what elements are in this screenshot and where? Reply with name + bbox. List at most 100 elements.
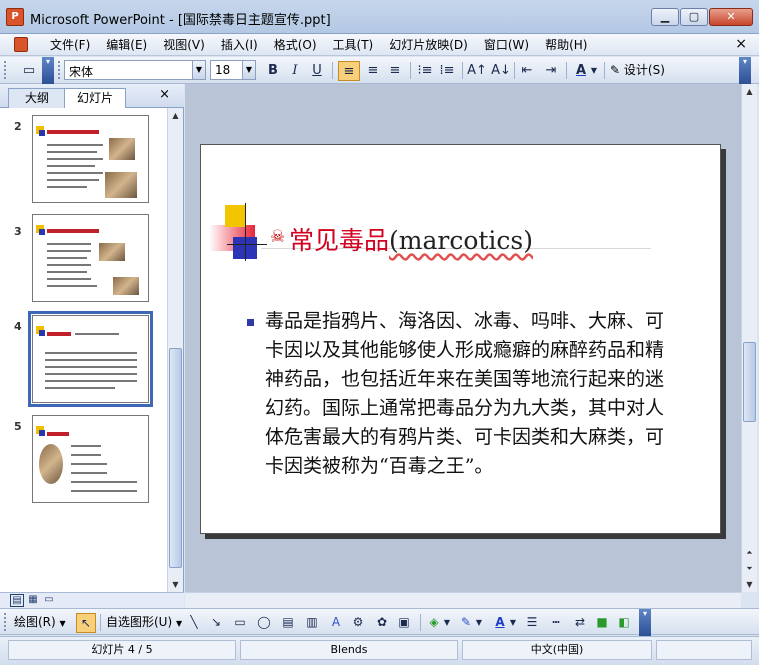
clip-art-icon[interactable]: ✿ bbox=[372, 613, 392, 633]
line-style-icon[interactable]: ☰ bbox=[522, 613, 542, 633]
slide-thumbnail-4[interactable] bbox=[28, 311, 153, 407]
thumbnail-text bbox=[47, 285, 97, 287]
chevron-down-icon: ▼ bbox=[59, 619, 66, 628]
menu-help[interactable]: 帮助(H) bbox=[537, 37, 595, 53]
arrow-icon[interactable]: ↘ bbox=[206, 613, 226, 633]
autoshapes-menu-button[interactable]: 自选图形(U) ▼ bbox=[106, 613, 182, 633]
increase-indent-icon[interactable]: ⇥ bbox=[540, 61, 562, 81]
new-document-icon[interactable]: ▭ bbox=[18, 61, 40, 81]
scroll-up-icon[interactable]: ▲ bbox=[168, 108, 183, 123]
menu-format[interactable]: 格式(O) bbox=[266, 37, 325, 53]
design-button[interactable]: ✎ 设计(S) bbox=[610, 61, 665, 81]
bold-button[interactable]: B bbox=[262, 61, 284, 81]
thumbnail-title bbox=[47, 432, 69, 436]
line-icon[interactable]: ╲ bbox=[184, 613, 204, 633]
slide-sorter-view-icon[interactable]: ▦ bbox=[26, 594, 40, 607]
scroll-down-icon[interactable]: ▼ bbox=[168, 577, 183, 592]
draw-menu-button[interactable]: 绘图(R) ▼ bbox=[14, 613, 66, 633]
slideshow-view-icon[interactable]: ▭ bbox=[42, 594, 56, 607]
slide-vertical-scrollbar[interactable]: ▲ ⏶ ⏷ ▼ bbox=[741, 84, 757, 592]
menu-edit[interactable]: 编辑(E) bbox=[98, 37, 155, 53]
rectangle-icon[interactable]: ▭ bbox=[230, 613, 250, 633]
chevron-down-icon[interactable]: ▼ bbox=[242, 61, 255, 79]
wordart-icon[interactable]: A bbox=[326, 613, 346, 633]
dash-style-icon[interactable]: ┅ bbox=[546, 613, 566, 633]
title-decoration bbox=[227, 244, 267, 245]
minimize-button[interactable]: ▁ bbox=[651, 8, 679, 26]
select-pointer-icon[interactable]: ↖ bbox=[76, 613, 96, 633]
menu-insert[interactable]: 插入(I) bbox=[213, 37, 266, 53]
toolbar-options-chevron[interactable]: ▾ bbox=[42, 57, 54, 84]
document-icon[interactable] bbox=[14, 37, 28, 52]
menu-file[interactable]: 文件(F) bbox=[42, 37, 98, 53]
chevron-down-icon[interactable]: ▼ bbox=[508, 613, 518, 633]
menu-tools[interactable]: 工具(T) bbox=[325, 37, 382, 53]
close-button[interactable]: ✕ bbox=[709, 8, 753, 26]
maximize-button[interactable]: ▢ bbox=[680, 8, 708, 26]
normal-view-icon[interactable]: ▤ bbox=[10, 594, 24, 607]
autoshapes-label: 自选图形(U) bbox=[106, 615, 173, 629]
chevron-down-icon[interactable]: ▼ bbox=[588, 61, 600, 81]
next-slide-icon[interactable]: ⏷ bbox=[742, 561, 757, 576]
slide-number: 3 bbox=[14, 225, 22, 238]
chevron-down-icon[interactable]: ▼ bbox=[442, 613, 452, 633]
italic-button[interactable]: I bbox=[284, 61, 306, 81]
powerpoint-app-icon[interactable]: P bbox=[6, 8, 24, 26]
arrow-style-icon[interactable]: ⇄ bbox=[570, 613, 590, 633]
increase-font-size-icon[interactable]: A↑ bbox=[466, 61, 488, 81]
document-close-button[interactable]: × bbox=[735, 36, 747, 52]
toolbar-grip[interactable] bbox=[4, 613, 7, 631]
scrollbar-thumb[interactable] bbox=[169, 348, 182, 568]
chevron-down-icon[interactable]: ▼ bbox=[192, 61, 205, 79]
slide-thumbnail-3[interactable] bbox=[32, 214, 149, 302]
slide-horizontal-scrollbar[interactable] bbox=[185, 592, 741, 608]
oval-icon[interactable]: ◯ bbox=[254, 613, 274, 633]
thumbnail-image bbox=[109, 138, 135, 160]
decrease-font-size-icon[interactable]: A↓ bbox=[490, 61, 512, 81]
tab-outline[interactable]: 大纲 bbox=[8, 88, 66, 108]
shadow-style-icon[interactable]: ■ bbox=[592, 613, 612, 633]
draw-font-color-icon[interactable]: A bbox=[490, 613, 510, 633]
line-color-icon[interactable]: ✎ bbox=[456, 613, 476, 633]
diagram-icon[interactable]: ⚙ bbox=[348, 613, 368, 633]
slide-body-text[interactable]: 毒品是指鸦片、海洛因、冰毒、吗啡、大麻、可卡因以及其他能够使人形成瘾癖的麻醉药品… bbox=[265, 307, 665, 481]
3d-style-icon[interactable]: ◧ bbox=[614, 613, 634, 633]
scroll-up-icon[interactable]: ▲ bbox=[742, 84, 757, 99]
underline-button[interactable]: U bbox=[306, 61, 328, 81]
toolbar-options-chevron[interactable]: ▾ bbox=[739, 57, 751, 84]
align-left-icon[interactable]: ≡ bbox=[338, 61, 360, 81]
decrease-indent-icon[interactable]: ⇤ bbox=[516, 61, 538, 81]
menu-view[interactable]: 视图(V) bbox=[155, 37, 213, 53]
slide-title[interactable]: 常见毒品(marcotics) bbox=[289, 221, 533, 257]
title-bar: P Microsoft PowerPoint - [国际禁毒日主题宣传.ppt]… bbox=[0, 0, 759, 34]
slide-canvas[interactable]: ☠ 常见毒品(marcotics) 毒品是指鸦片、海洛因、冰毒、吗啡、大麻、可卡… bbox=[200, 144, 721, 534]
bulleted-list-icon[interactable]: ⁞≡ bbox=[436, 61, 458, 81]
previous-slide-icon[interactable]: ⏶ bbox=[742, 545, 757, 560]
drawing-toolbar: 绘图(R) ▼ ↖ 自选图形(U) ▼ ╲ ↘ ▭ ◯ ▤ ▥ A ⚙ ✿ ▣ … bbox=[0, 608, 759, 636]
font-name-combo[interactable]: 宋体 ▼ bbox=[64, 60, 206, 80]
tab-slides[interactable]: 幻灯片 bbox=[64, 88, 126, 109]
close-icon[interactable]: × bbox=[159, 87, 170, 102]
slides-pane-scrollbar[interactable]: ▲ ▼ bbox=[167, 108, 183, 592]
menu-slideshow[interactable]: 幻灯片放映(D) bbox=[381, 37, 476, 53]
thumbnail-text bbox=[71, 463, 107, 465]
insert-picture-icon[interactable]: ▣ bbox=[394, 613, 414, 633]
slide-thumbnail-2[interactable] bbox=[32, 115, 149, 203]
align-right-icon[interactable]: ≡ bbox=[384, 61, 406, 81]
thumbnail-image bbox=[113, 277, 139, 295]
toolbar-grip[interactable] bbox=[58, 61, 61, 79]
numbered-list-icon[interactable]: ⁝≡ bbox=[414, 61, 436, 81]
slide-thumbnail-5[interactable] bbox=[32, 415, 149, 503]
menu-window[interactable]: 窗口(W) bbox=[476, 37, 537, 53]
scroll-down-icon[interactable]: ▼ bbox=[742, 577, 757, 592]
fill-color-icon[interactable]: ◈ bbox=[424, 613, 444, 633]
align-center-icon[interactable]: ≡ bbox=[362, 61, 384, 81]
toolbar-grip[interactable] bbox=[4, 61, 7, 79]
font-size-combo[interactable]: 18 ▼ bbox=[210, 60, 256, 80]
pane-tabs: 大纲 幻灯片 × bbox=[0, 84, 184, 109]
chevron-down-icon[interactable]: ▼ bbox=[474, 613, 484, 633]
vertical-text-box-icon[interactable]: ▥ bbox=[302, 613, 322, 633]
text-box-icon[interactable]: ▤ bbox=[278, 613, 298, 633]
scrollbar-thumb[interactable] bbox=[743, 342, 756, 422]
toolbar-options-chevron[interactable]: ▾ bbox=[639, 609, 651, 636]
